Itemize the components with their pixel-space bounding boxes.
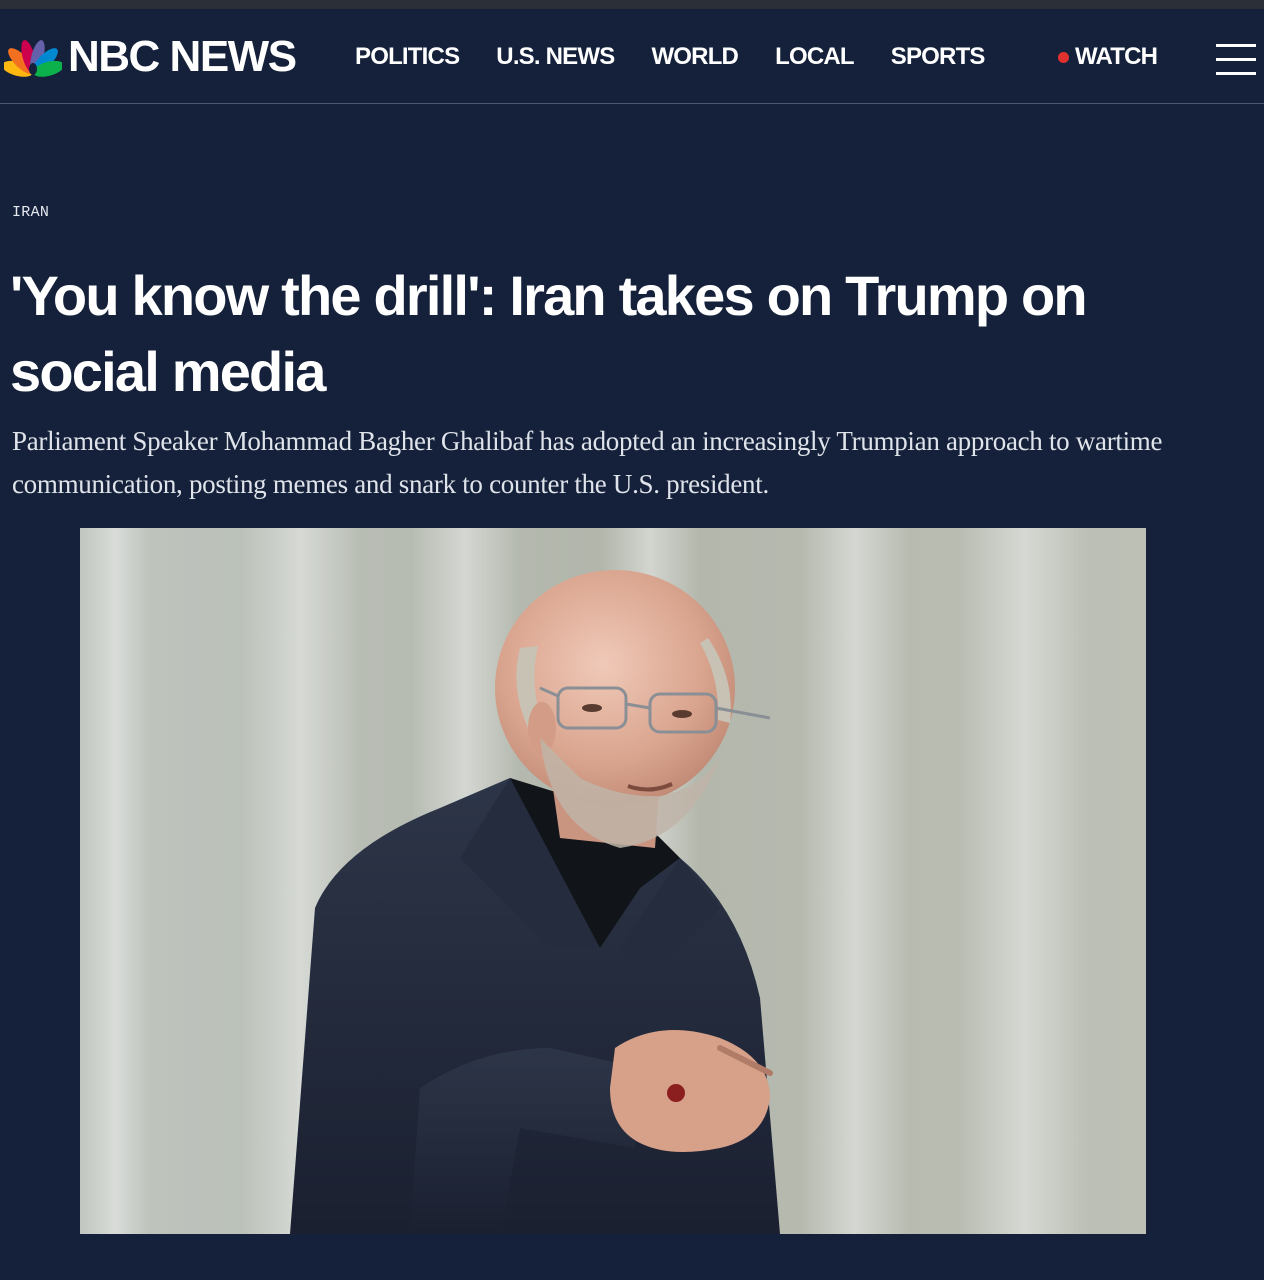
nbc-news-logo[interactable]: NBC NEWS xyxy=(4,32,297,81)
hamburger-menu-icon[interactable] xyxy=(1216,39,1256,79)
article-hero-image[interactable] xyxy=(80,528,1146,1234)
live-dot-icon xyxy=(1058,51,1069,63)
article-headline: 'You know the drill': Iran takes on Trum… xyxy=(10,264,1088,403)
top-browser-strip xyxy=(0,0,1264,9)
hero-photo-illustration xyxy=(80,528,1146,1234)
nav-item-sports[interactable]: SPORTS xyxy=(891,43,986,71)
watch-label: WATCH xyxy=(1075,43,1158,70)
watch-link[interactable]: WATCH xyxy=(1058,43,1158,71)
nav-item-politics[interactable]: POLITICS xyxy=(355,43,460,71)
site-header: NBC NEWS POLITICS U.S. NEWS WORLD LOCAL … xyxy=(0,9,1264,104)
article-dek: Parliament Speaker Mohammad Bagher Ghali… xyxy=(12,426,1163,499)
menu-bar xyxy=(1216,58,1256,61)
nav-item-us-news[interactable]: U.S. NEWS xyxy=(496,43,615,71)
main-nav: POLITICS U.S. NEWS WORLD LOCAL SPORTS xyxy=(355,43,1022,71)
nav-item-local[interactable]: LOCAL xyxy=(775,43,854,71)
article-category[interactable]: IRAN xyxy=(12,204,49,221)
brand-name: NBC NEWS xyxy=(68,32,297,81)
peacock-logo-icon xyxy=(4,40,62,77)
nav-item-world[interactable]: WORLD xyxy=(651,43,738,71)
peacock-body xyxy=(29,63,37,75)
menu-bar xyxy=(1216,44,1256,47)
menu-bar xyxy=(1216,72,1256,75)
